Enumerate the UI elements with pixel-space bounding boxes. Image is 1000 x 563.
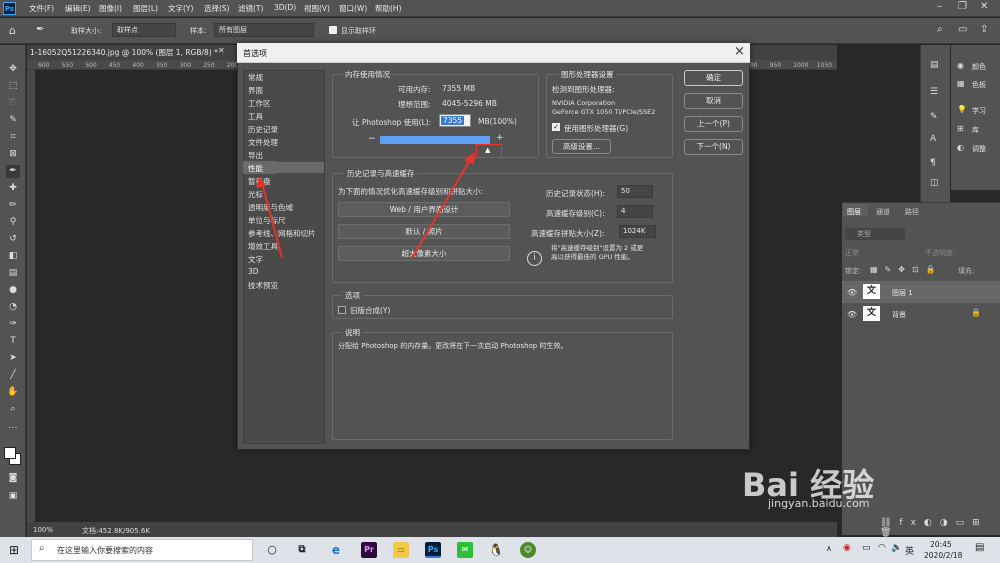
ime-indicator[interactable]: 英 [905,544,914,557]
windows-start-icon[interactable]: ⊞ [9,543,19,557]
search-icon: ⌕ [39,543,45,554]
edge-icon[interactable]: e [328,542,344,558]
premiere-icon[interactable]: Pr [361,542,377,558]
search-placeholder: 在这里输入你要搜索的内容 [57,546,153,555]
baidu-watermark-url: jingyan.baidu.com [768,497,870,510]
volume-icon[interactable]: 🔈 [891,543,902,553]
notification-icon[interactable]: ▤ [975,542,984,553]
clock-time[interactable]: 20:45 [930,540,952,549]
tray-app-icon[interactable]: ◉ [843,543,851,553]
file-explorer-icon[interactable]: ▭ [393,542,409,558]
cortana-icon[interactable]: ○ [264,542,280,558]
wechat-icon[interactable]: ✉ [457,542,473,558]
task-view-icon[interactable]: ⧉ [294,542,310,558]
tray-chevron-icon[interactable]: ∧ [826,544,832,553]
wifi-icon[interactable]: ◠ [878,543,886,553]
app-icon[interactable]: ☺ [520,542,536,558]
qq-icon[interactable]: 🐧 [488,542,504,558]
network-icon[interactable]: ▭ [862,543,871,553]
photoshop-taskbar-icon[interactable]: Ps [425,542,441,558]
clock-date[interactable]: 2020/2/18 [924,551,962,560]
